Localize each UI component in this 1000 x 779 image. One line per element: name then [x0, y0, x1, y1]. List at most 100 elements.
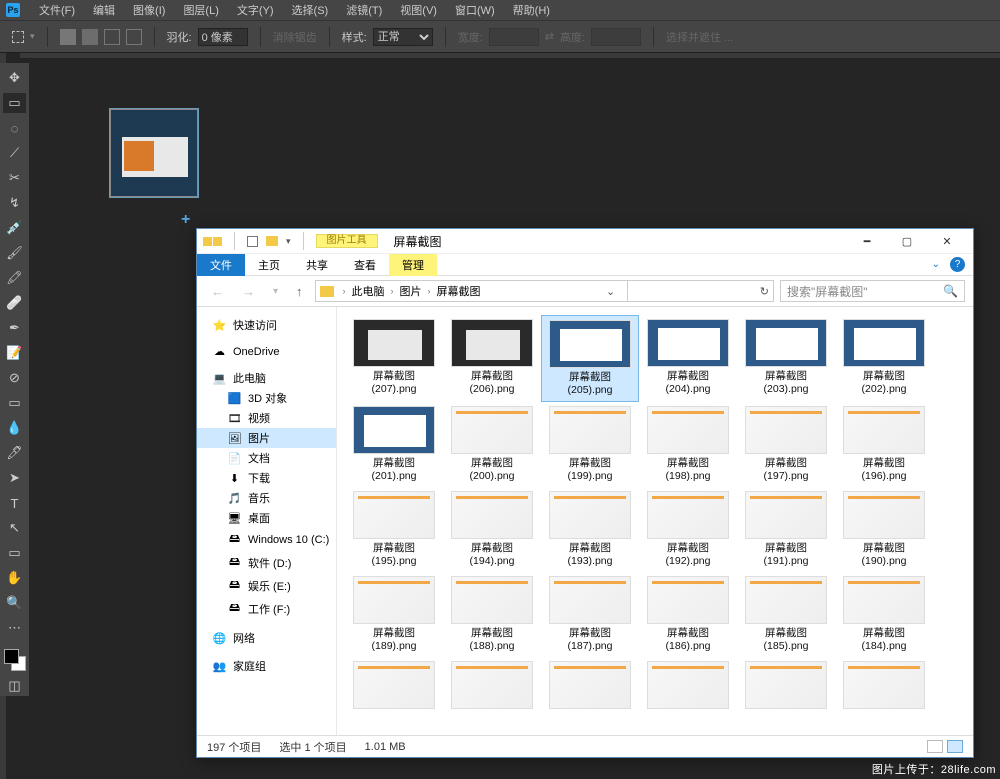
- side-桌面[interactable]: 🖥桌面: [197, 508, 336, 528]
- file-tile[interactable]: 屏幕截图 (203).png: [737, 315, 835, 402]
- file-tile[interactable]: 屏幕截图 (184).png: [835, 572, 933, 657]
- ribbon-collapse-icon[interactable]: ⌄: [932, 259, 940, 270]
- side-文档[interactable]: 📄文档: [197, 448, 336, 468]
- file-tile[interactable]: 屏幕截图 (189).png: [345, 572, 443, 657]
- open-document-thumb[interactable]: [109, 108, 199, 198]
- file-tile[interactable]: 屏幕截图 (197).png: [737, 402, 835, 487]
- ps-tool-10[interactable]: ✒: [3, 318, 26, 338]
- side-onedrive[interactable]: ☁OneDrive: [197, 343, 336, 360]
- side-音乐[interactable]: 🎵音乐: [197, 488, 336, 508]
- selmode-int-icon[interactable]: [126, 29, 142, 45]
- menu-编辑[interactable]: 编辑: [84, 2, 124, 18]
- ribbon-tab-主页[interactable]: 主页: [245, 254, 293, 276]
- nav-up-button[interactable]: ↑: [290, 284, 309, 299]
- qat-check-icon[interactable]: [247, 236, 258, 247]
- menu-文字(Y)[interactable]: 文字(Y): [228, 2, 283, 18]
- selmode-new-icon[interactable]: [60, 29, 76, 45]
- nav-back-button[interactable]: ←: [205, 284, 230, 299]
- crumb-pictures[interactable]: 图片: [400, 283, 422, 299]
- menu-帮助(H)[interactable]: 帮助(H): [504, 2, 559, 18]
- ps-tool-11[interactable]: 📝: [3, 343, 26, 363]
- side-视频[interactable]: 🎞视频: [197, 408, 336, 428]
- menu-选择(S)[interactable]: 选择(S): [283, 2, 338, 18]
- side-homegroup[interactable]: 👥家庭组: [197, 656, 336, 676]
- file-tile[interactable]: 屏幕截图 (205).png: [541, 315, 639, 402]
- ps-tool-8[interactable]: 🖍: [3, 268, 26, 288]
- ps-tool-0[interactable]: ✥: [3, 68, 26, 88]
- ps-tool-20[interactable]: ✋: [3, 568, 26, 588]
- file-tile[interactable]: 屏幕截图 (185).png: [737, 572, 835, 657]
- file-tile[interactable]: 屏幕截图 (192).png: [639, 487, 737, 572]
- style-select[interactable]: 正常: [373, 28, 433, 46]
- ps-tool-7[interactable]: 🖌: [3, 243, 26, 263]
- address-bar[interactable]: › 此电脑 › 图片 › 屏幕截图 ⌄ ↻: [315, 280, 774, 302]
- side-图片[interactable]: 🖼图片: [197, 428, 336, 448]
- qat-folder-icon[interactable]: [266, 236, 278, 246]
- selmode-sub-icon[interactable]: [104, 29, 120, 45]
- file-tile[interactable]: 屏幕截图 (194).png: [443, 487, 541, 572]
- file-tile[interactable]: [737, 657, 835, 716]
- file-tile[interactable]: 屏幕截图 (196).png: [835, 402, 933, 487]
- menu-图层(L)[interactable]: 图层(L): [174, 2, 227, 18]
- ps-tool-9[interactable]: 🩹: [3, 293, 26, 313]
- refresh-icon[interactable]: ↻: [760, 285, 769, 298]
- ps-tool-18[interactable]: ↖: [3, 518, 26, 538]
- maximize-button[interactable]: ▢: [887, 229, 927, 254]
- explorer-content[interactable]: 屏幕截图 (207).png屏幕截图 (206).png屏幕截图 (205).p…: [337, 307, 973, 735]
- file-tile[interactable]: [835, 657, 933, 716]
- ps-tool-2[interactable]: ◌: [3, 118, 26, 138]
- file-tile[interactable]: 屏幕截图 (190).png: [835, 487, 933, 572]
- ps-tool-15[interactable]: 🖊: [3, 443, 26, 463]
- ps-tool-12[interactable]: ⊘: [3, 368, 26, 388]
- file-tile[interactable]: 屏幕截图 (188).png: [443, 572, 541, 657]
- ps-tool-17[interactable]: T: [3, 493, 26, 513]
- side-network[interactable]: 🌐网络: [197, 628, 336, 648]
- nav-recent-button[interactable]: ▾: [267, 286, 284, 297]
- screen-mode-icon[interactable]: ◫: [3, 676, 26, 696]
- file-tile[interactable]: 屏幕截图 (195).png: [345, 487, 443, 572]
- marquee-tool-icon[interactable]: [12, 31, 24, 43]
- ps-tool-19[interactable]: ▭: [3, 543, 26, 563]
- menu-滤镜(T)[interactable]: 滤镜(T): [337, 2, 391, 18]
- ps-tool-13[interactable]: ▭: [3, 393, 26, 413]
- minimize-button[interactable]: ━: [847, 229, 887, 254]
- side-软件 (D:)[interactable]: 🖴软件 (D:): [197, 551, 336, 574]
- menu-图像(I)[interactable]: 图像(I): [124, 2, 174, 18]
- ps-tool-3[interactable]: ⟋: [3, 143, 26, 163]
- crumb-screenshots[interactable]: 屏幕截图: [437, 283, 481, 299]
- search-box[interactable]: 搜索"屏幕截图" 🔍: [780, 280, 965, 302]
- side-工作 (F:)[interactable]: 🖴工作 (F:): [197, 597, 336, 620]
- file-tile[interactable]: [443, 657, 541, 716]
- menu-窗口(W)[interactable]: 窗口(W): [446, 2, 504, 18]
- view-details-icon[interactable]: [927, 740, 943, 753]
- ribbon-tab-文件[interactable]: 文件: [197, 254, 245, 276]
- file-tile[interactable]: [541, 657, 639, 716]
- feather-input[interactable]: [198, 28, 248, 46]
- side-thispc[interactable]: 💻此电脑: [197, 368, 336, 388]
- ps-tool-5[interactable]: ↯: [3, 193, 26, 213]
- ps-tool-16[interactable]: ➤: [3, 468, 26, 488]
- color-swatches[interactable]: [4, 649, 26, 671]
- ps-tool-6[interactable]: 💉: [3, 218, 26, 238]
- ps-tool-21[interactable]: 🔍: [3, 593, 26, 613]
- file-tile[interactable]: [639, 657, 737, 716]
- side-娱乐 (E:)[interactable]: 🖴娱乐 (E:): [197, 574, 336, 597]
- crumb-thispc[interactable]: 此电脑: [352, 283, 385, 299]
- ribbon-tab-查看[interactable]: 查看: [341, 254, 389, 276]
- ps-tool-1[interactable]: ▭: [3, 93, 26, 113]
- file-tile[interactable]: 屏幕截图 (201).png: [345, 402, 443, 487]
- file-tile[interactable]: 屏幕截图 (187).png: [541, 572, 639, 657]
- explorer-titlebar[interactable]: ▾ 图片工具 屏幕截图 ━ ▢ ✕: [197, 229, 973, 254]
- addr-dropdown-icon[interactable]: ⌄: [606, 285, 615, 298]
- help-icon[interactable]: ?: [950, 257, 965, 272]
- file-tile[interactable]: 屏幕截图 (193).png: [541, 487, 639, 572]
- file-tile[interactable]: 屏幕截图 (200).png: [443, 402, 541, 487]
- menu-文件(F)[interactable]: 文件(F): [30, 2, 84, 18]
- file-tile[interactable]: 屏幕截图 (204).png: [639, 315, 737, 402]
- ps-tool-22[interactable]: ⋯: [3, 618, 26, 638]
- menu-视图(V)[interactable]: 视图(V): [391, 2, 446, 18]
- file-tile[interactable]: 屏幕截图 (199).png: [541, 402, 639, 487]
- side-quickaccess[interactable]: ⭐快速访问: [197, 315, 336, 335]
- side-下载[interactable]: ⬇下载: [197, 468, 336, 488]
- file-tile[interactable]: 屏幕截图 (186).png: [639, 572, 737, 657]
